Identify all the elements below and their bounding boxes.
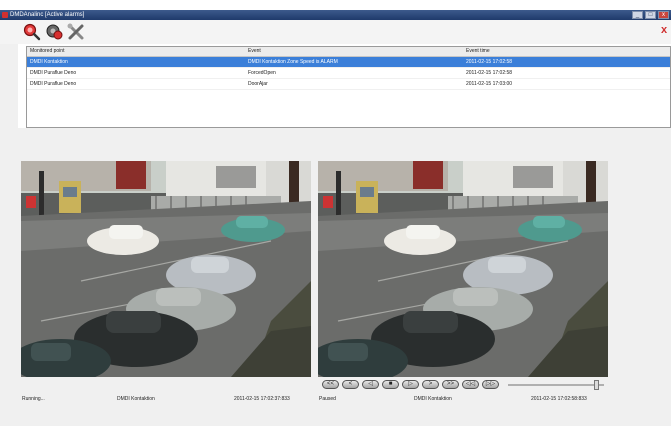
toolbar: x: [0, 20, 671, 44]
live-camera-view[interactable]: [21, 161, 311, 377]
playback-status-text: Paused: [319, 396, 336, 402]
tools-icon: [67, 23, 84, 40]
stop-button[interactable]: ■: [382, 380, 399, 389]
cell-event: DMDI Kontaktion Zone Speed is ALARM: [248, 59, 338, 65]
playback-status-bar: Paused DMDI Kontaktion 2011-02-15 17:02:…: [319, 393, 609, 405]
cell-time: 2011-02-15 17:02:58: [466, 70, 513, 76]
cell-point: DMDI Kontaktion: [30, 59, 68, 65]
table-row[interactable]: DMDI Kontaktion DMDI Kontaktion Zone Spe…: [27, 57, 670, 68]
next-frame-button[interactable]: >: [422, 380, 439, 389]
live-camera-image: [21, 161, 311, 377]
previous-frame-button[interactable]: <: [342, 380, 359, 389]
alarm-table: Monitored point Event Event time DMDI Ko…: [26, 46, 671, 128]
play-backward-button[interactable]: ◁: [362, 380, 379, 389]
playback-camera-image: [318, 161, 608, 377]
cell-point: DMDI Puraflue Deno: [30, 81, 77, 87]
playback-camera-name: DMDI Kontaktion: [414, 396, 452, 402]
fast-button[interactable]: ▷▷: [482, 380, 499, 389]
cell-point: DMDI Puraflue Deno: [30, 70, 77, 76]
last-frame-button[interactable]: >>: [442, 380, 459, 389]
first-frame-button[interactable]: <<: [322, 380, 339, 389]
close-button[interactable]: x: [658, 11, 669, 19]
playback-camera-view[interactable]: [318, 161, 608, 377]
table-row[interactable]: DMDI Puraflue Deno ForcedOpen 2011-02-15…: [27, 68, 670, 79]
playback-controls: << < ◁ ■ ▷ > >> ◁◁ ▷▷: [322, 380, 612, 391]
camera-settings-icon: [46, 24, 63, 40]
magnifier-alarm-icon: [23, 23, 41, 41]
maximize-button[interactable]: □: [645, 11, 656, 19]
table-header: Monitored point Event Event time: [27, 47, 670, 57]
search-alarm-button[interactable]: [22, 22, 42, 42]
playback-slider-thumb[interactable]: [593, 380, 599, 390]
playback-timestamp: 2011-02-15 17:02:58:833: [531, 396, 587, 402]
live-camera-name: DMDI Kontaktion: [117, 396, 155, 402]
column-header-time[interactable]: Event time: [463, 47, 670, 56]
minimize-button[interactable]: _: [632, 11, 643, 19]
playback-slider-track[interactable]: [508, 384, 604, 386]
tools-button[interactable]: [66, 22, 86, 42]
app-icon: [2, 12, 8, 18]
live-status-bar: Running... DMDI Kontaktion 2011-02-15 17…: [22, 393, 312, 405]
live-status-text: Running...: [22, 396, 45, 402]
live-timestamp: 2011-02-15 17:02:37:833: [234, 396, 290, 402]
window-controls: _ □ x: [632, 11, 669, 19]
table-row[interactable]: DMDI Puraflue Deno DoorAjar 2011-02-15 1…: [27, 79, 670, 90]
cell-time: 2011-02-15 17:03:00: [466, 81, 513, 87]
window-title: DMDAnalinc [Active alarms]: [10, 12, 85, 18]
title-bar: DMDAnalinc [Active alarms] _ □ x: [0, 10, 671, 20]
column-header-point[interactable]: Monitored point: [27, 47, 245, 56]
cell-time: 2011-02-15 17:02:58: [466, 59, 513, 65]
cell-event: ForcedOpen: [248, 70, 276, 76]
slow-button[interactable]: ◁◁: [462, 380, 479, 389]
cell-event: DoorAjar: [248, 81, 268, 87]
left-gutter: [0, 44, 18, 426]
close-panel-icon[interactable]: x: [661, 24, 669, 36]
camera-settings-button[interactable]: [44, 22, 64, 42]
column-header-event[interactable]: Event: [245, 47, 463, 56]
play-button[interactable]: ▷: [402, 380, 419, 389]
